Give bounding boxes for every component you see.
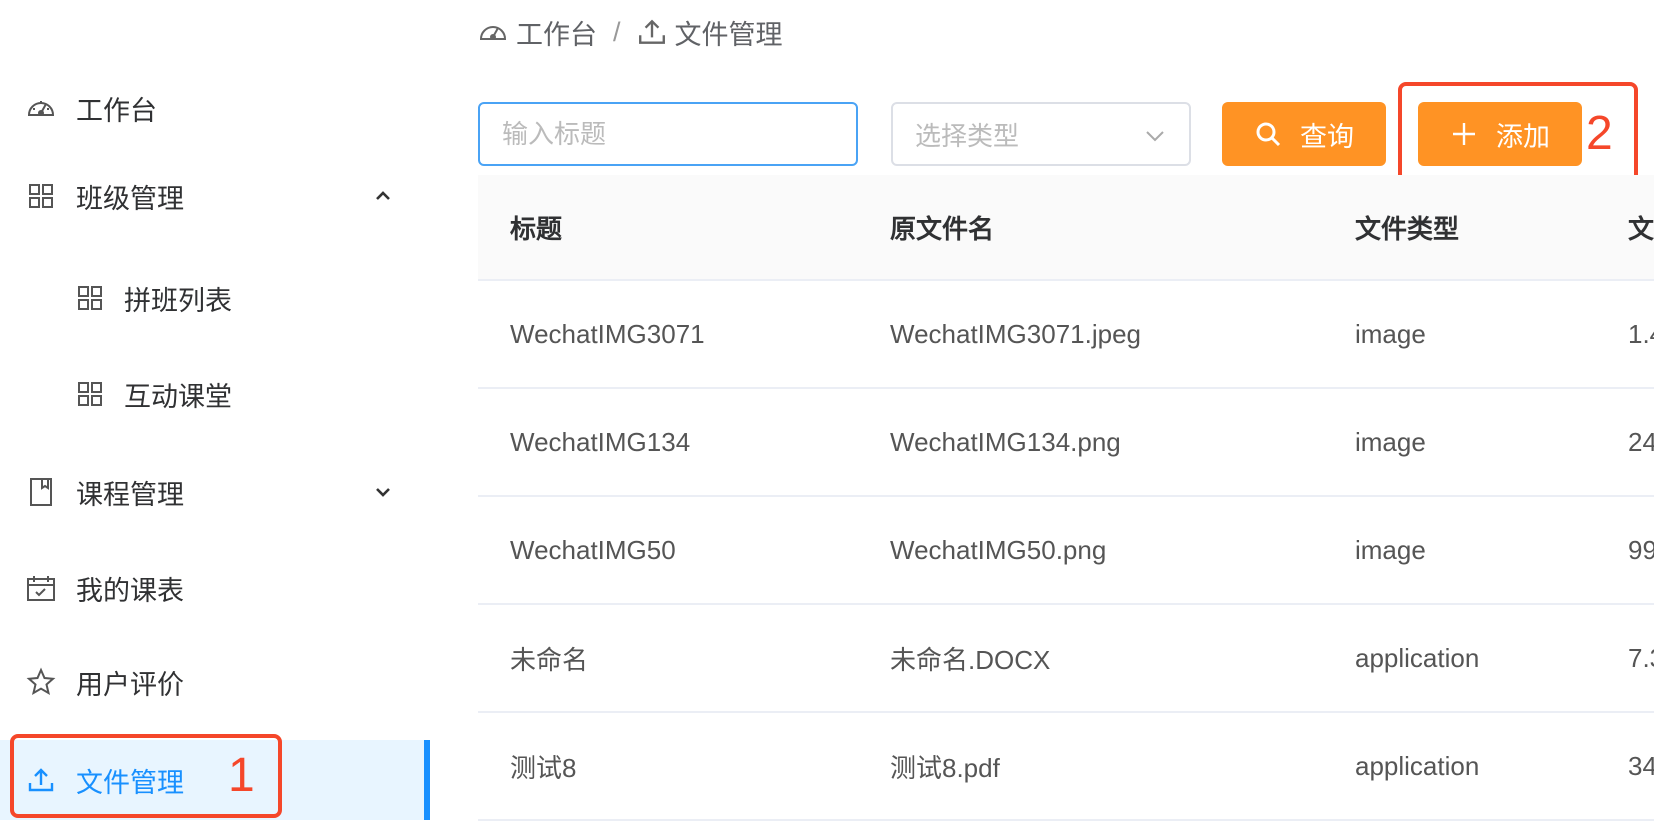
sidebar-item-label: 拼班列表 (124, 285, 232, 316)
cell-file-type: image (1355, 426, 1426, 457)
table-row[interactable]: 测试8 测试8.pdf application 34 (478, 713, 1654, 821)
sidebar-item-label: 工作台 (76, 95, 157, 126)
chevron-down-icon (1146, 131, 1164, 142)
dashboard-icon (25, 92, 57, 124)
cell-original-filename: WechatIMG50.png (890, 534, 1107, 565)
sidebar-item-dashboard[interactable]: 工作台 (0, 68, 430, 148)
sidebar-item-label: 我的课表 (76, 575, 184, 606)
grid-icon (74, 282, 106, 314)
cell-original-filename: 测试8.pdf (890, 752, 1000, 783)
cell-truncated: 1.4 (1628, 318, 1654, 349)
table-row[interactable]: WechatIMG134 WechatIMG134.png image 24 (478, 389, 1654, 497)
cell-title: WechatIMG50 (510, 534, 676, 565)
cell-original-filename: WechatIMG3071.jpeg (890, 318, 1141, 349)
file-table: 标题 原文件名 文件类型 文 WechatIMG3071 WechatIMG30… (478, 175, 1654, 821)
cell-truncated: 24 (1628, 426, 1654, 457)
cell-title: WechatIMG3071 (510, 318, 705, 349)
type-select-placeholder: 选择类型 (915, 120, 1020, 151)
sidebar-item-user-reviews[interactable]: 用户评价 (0, 642, 430, 722)
dashboard-icon (479, 26, 507, 40)
sidebar: 工作台 班级管理 拼班列表 互动课堂 课程管理 我的课表 用户评价 文件管理 (0, 0, 430, 840)
column-header-file-type: 文件类型 (1355, 213, 1460, 244)
sidebar-item-label: 课程管理 (76, 479, 184, 510)
annotation-number-1: 1 (228, 749, 255, 802)
grid-icon (74, 378, 106, 410)
breadcrumb: 工作台 / 文件管理 (478, 10, 783, 54)
chevron-up-icon (376, 191, 390, 200)
breadcrumb-current: 文件管理 (674, 19, 783, 50)
table-row[interactable]: 未命名 未命名.DOCX application 7.3 (478, 605, 1654, 713)
upload-icon (638, 19, 665, 44)
breadcrumb-home[interactable]: 工作台 (516, 13, 597, 52)
table-row[interactable]: WechatIMG3071 WechatIMG3071.jpeg image 1… (478, 281, 1654, 389)
cell-title: 未命名 (510, 644, 589, 675)
sidebar-item-label: 互动课堂 (124, 381, 232, 412)
sidebar-item-interactive-classroom[interactable]: 互动课堂 (0, 354, 430, 434)
cell-file-type: application (1355, 642, 1480, 673)
cell-title: WechatIMG134 (510, 426, 691, 457)
cell-file-type: application (1355, 750, 1480, 781)
sidebar-item-group-class-list[interactable]: 拼班列表 (0, 258, 430, 338)
cell-truncated: 34 (1628, 750, 1654, 781)
query-button[interactable]: 查询 (1222, 102, 1386, 166)
title-search-input[interactable] (478, 102, 858, 166)
column-header-original-filename: 原文件名 (890, 213, 995, 244)
query-button-label: 查询 (1300, 121, 1354, 152)
cell-file-type: image (1355, 318, 1426, 349)
cell-truncated: 99 (1628, 534, 1654, 565)
annotation-number-2: 2 (1586, 107, 1613, 160)
cell-file-type: image (1355, 534, 1426, 565)
sidebar-item-class-management[interactable]: 班级管理 (0, 156, 430, 236)
grid-icon (25, 180, 57, 212)
search-icon (1256, 122, 1281, 147)
sidebar-item-my-schedule[interactable]: 我的课表 (0, 548, 430, 628)
sidebar-item-label: 班级管理 (76, 183, 184, 214)
star-icon (25, 666, 57, 698)
cell-truncated: 7.3 (1628, 642, 1654, 673)
cell-original-filename: 未命名.DOCX (890, 644, 1051, 675)
sidebar-item-label: 用户评价 (76, 669, 184, 700)
cell-original-filename: WechatIMG134.png (890, 426, 1121, 457)
type-select[interactable]: 选择类型 (891, 102, 1191, 166)
table-header: 标题 原文件名 文件类型 文 (478, 175, 1654, 281)
sidebar-item-course-management[interactable]: 课程管理 (0, 452, 430, 532)
column-header-title: 标题 (510, 213, 563, 244)
breadcrumb-separator: / (613, 16, 621, 47)
table-row[interactable]: WechatIMG50 WechatIMG50.png image 99 (478, 497, 1654, 605)
cell-title: 测试8 (510, 752, 577, 783)
book-icon (25, 476, 57, 508)
calendar-icon (25, 572, 57, 604)
column-header-truncated: 文 (1628, 213, 1654, 244)
chevron-down-icon (376, 488, 390, 497)
